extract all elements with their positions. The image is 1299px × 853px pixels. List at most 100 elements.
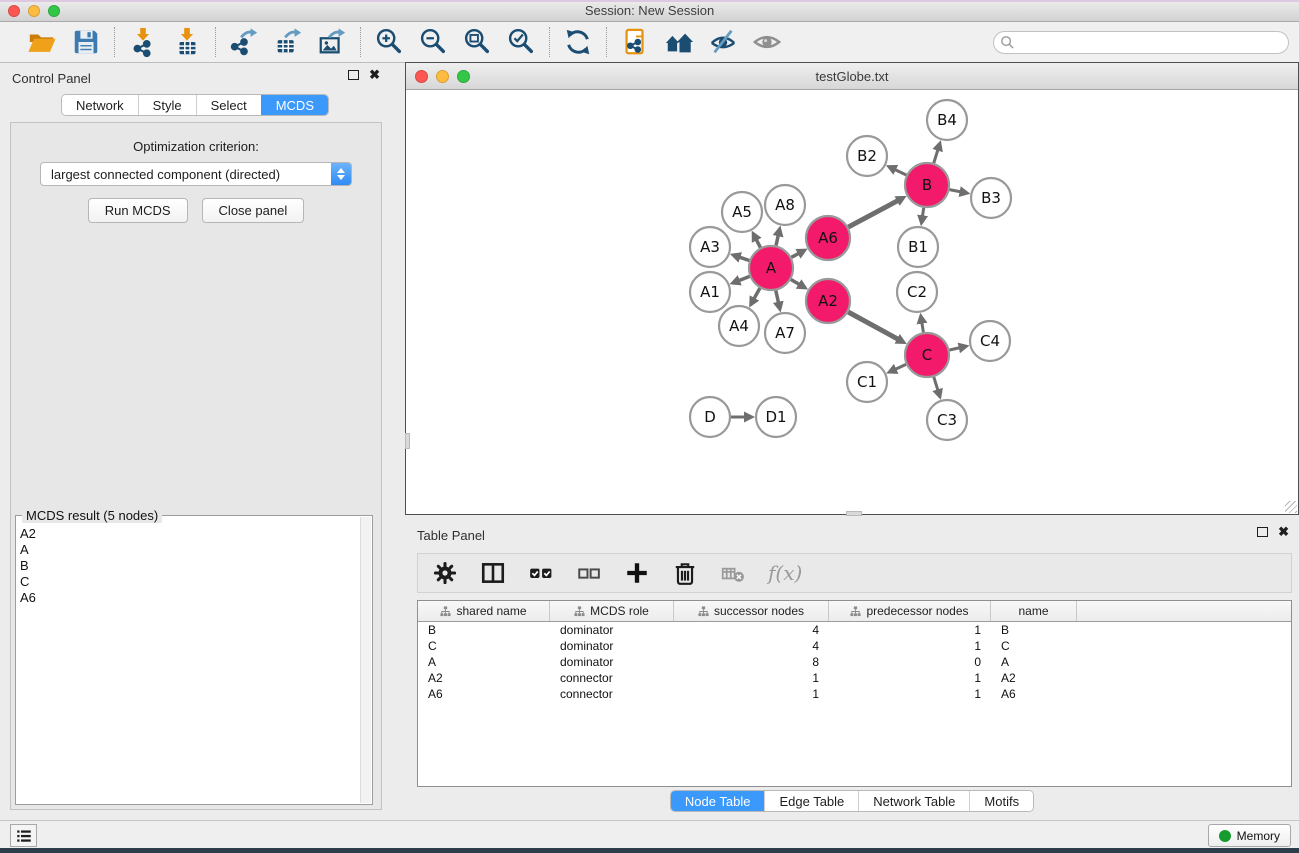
export-network-icon[interactable] — [229, 27, 259, 57]
graph-node-D[interactable]: D — [690, 397, 730, 437]
zoom-fit-icon[interactable] — [462, 27, 492, 57]
edge-B-B2[interactable] — [894, 169, 906, 175]
close-panel-button[interactable]: Close panel — [202, 198, 305, 223]
zoom-selected-icon[interactable] — [506, 27, 536, 57]
table-cell[interactable]: B — [418, 623, 550, 637]
graph-node-D1[interactable]: D1 — [756, 397, 796, 437]
column-header-successor-nodes[interactable]: successor nodes — [674, 601, 829, 621]
table-cell[interactable]: B — [991, 623, 1077, 637]
network-left-handle[interactable] — [405, 433, 410, 449]
float-panel-icon[interactable] — [348, 70, 359, 80]
export-image-icon[interactable] — [317, 27, 347, 57]
graph-node-A[interactable]: A — [749, 246, 793, 290]
add-column-icon[interactable] — [624, 560, 650, 586]
table-cell[interactable]: connector — [550, 671, 674, 685]
result-list-item[interactable]: B — [20, 558, 360, 574]
show-panel-icon[interactable] — [752, 27, 782, 57]
result-list-item[interactable]: C — [20, 574, 360, 590]
refresh-icon[interactable] — [563, 27, 593, 57]
network-canvas[interactable]: B4 B2 B B3 A5 A8 A6 A3 B1 A C2 A1 A2 A4 … — [406, 90, 1298, 514]
table-cell[interactable]: C — [418, 639, 550, 653]
select-all-icon[interactable] — [528, 560, 554, 586]
graph-node-A4[interactable]: A4 — [719, 306, 759, 346]
table-cell[interactable]: 1 — [829, 623, 991, 637]
search-input[interactable] — [993, 31, 1289, 54]
memory-button[interactable]: Memory — [1208, 824, 1291, 847]
close-panel-icon[interactable]: ✖ — [369, 70, 380, 80]
table-cell[interactable]: 1 — [829, 671, 991, 685]
edge-A-A7[interactable] — [776, 291, 779, 304]
zoom-out-icon[interactable] — [418, 27, 448, 57]
table-cell[interactable]: A2 — [991, 671, 1077, 685]
result-list-item[interactable]: A2 — [20, 526, 360, 542]
graph-node-A5[interactable]: A5 — [722, 192, 762, 232]
tab-node-table[interactable]: Node Table — [671, 791, 765, 811]
unselect-all-icon[interactable] — [576, 560, 602, 586]
edge-A2-C[interactable] — [848, 312, 899, 340]
graph-node-B[interactable]: B — [905, 163, 949, 207]
task-history-button[interactable] — [10, 824, 37, 847]
network-share-icon[interactable] — [620, 27, 650, 57]
table-cell[interactable]: dominator — [550, 639, 674, 653]
edge-A-A2[interactable] — [791, 280, 800, 286]
function-builder-icon[interactable]: f(x) — [768, 561, 802, 585]
table-float-panel-icon[interactable] — [1257, 527, 1268, 537]
graph-node-A7[interactable]: A7 — [765, 313, 805, 353]
table-cell[interactable]: 8 — [674, 655, 829, 669]
settings-gear-icon[interactable] — [432, 560, 458, 586]
edge-C-C1[interactable] — [894, 364, 906, 369]
delete-column-icon[interactable] — [672, 560, 698, 586]
import-network-icon[interactable] — [128, 27, 158, 57]
import-table-icon[interactable] — [172, 27, 202, 57]
graph-node-C2[interactable]: C2 — [897, 272, 937, 312]
graph-node-C[interactable]: C — [905, 333, 949, 377]
table-cell[interactable]: A — [991, 655, 1077, 669]
table-cell[interactable]: 1 — [674, 671, 829, 685]
result-list-item[interactable]: A — [20, 542, 360, 558]
graph-node-A6[interactable]: A6 — [806, 216, 850, 260]
open-file-icon[interactable] — [27, 27, 57, 57]
tab-mcds[interactable]: MCDS — [261, 95, 328, 115]
edge-A-A8[interactable] — [776, 234, 779, 245]
network-resize-grip[interactable] — [1285, 501, 1297, 513]
graph-node-B1[interactable]: B1 — [898, 227, 938, 267]
table-row[interactable]: A2connector11A2 — [418, 670, 1291, 686]
table-cell[interactable]: dominator — [550, 655, 674, 669]
column-header-shared-name[interactable]: shared name — [418, 601, 550, 621]
table-cell[interactable]: 4 — [674, 623, 829, 637]
criterion-select[interactable]: largest connected component (directed) — [40, 162, 352, 186]
result-scrollbar[interactable] — [360, 517, 371, 803]
table-row[interactable]: Adominator80A — [418, 654, 1291, 670]
table-cell[interactable]: C — [991, 639, 1077, 653]
hide-panel-icon[interactable] — [708, 27, 738, 57]
table-cell[interactable]: 1 — [829, 639, 991, 653]
tab-style[interactable]: Style — [138, 95, 196, 115]
tab-network[interactable]: Network — [62, 95, 138, 115]
split-view-icon[interactable] — [480, 560, 506, 586]
edge-A6-B[interactable] — [848, 200, 899, 227]
column-header-predecessor-nodes[interactable]: predecessor nodes — [829, 601, 991, 621]
delete-table-icon[interactable] — [720, 560, 746, 586]
result-list-item[interactable]: A6 — [20, 590, 360, 606]
edge-A-A1[interactable] — [738, 276, 750, 281]
run-mcds-button[interactable]: Run MCDS — [88, 198, 188, 223]
edge-B-B4[interactable] — [934, 149, 938, 163]
graph-node-C1[interactable]: C1 — [847, 362, 887, 402]
tab-edge-table[interactable]: Edge Table — [764, 791, 858, 811]
edge-A-A6[interactable] — [791, 253, 799, 257]
edge-A-A5[interactable] — [756, 239, 761, 248]
graph-node-A1[interactable]: A1 — [690, 272, 730, 312]
network-window-titlebar[interactable]: testGlobe.txt — [406, 63, 1298, 90]
table-cell[interactable]: A6 — [991, 687, 1077, 701]
table-cell[interactable]: dominator — [550, 623, 674, 637]
graph-node-B2[interactable]: B2 — [847, 136, 887, 176]
table-cell[interactable]: connector — [550, 687, 674, 701]
network-bottom-handle[interactable] — [846, 511, 862, 516]
graph-node-A3[interactable]: A3 — [690, 227, 730, 267]
export-table-icon[interactable] — [273, 27, 303, 57]
table-cell[interactable]: 0 — [829, 655, 991, 669]
graph-node-B4[interactable]: B4 — [927, 100, 967, 140]
edge-B-B3[interactable] — [950, 190, 962, 192]
edge-C-C3[interactable] — [934, 377, 938, 391]
edge-C-C4[interactable] — [950, 348, 961, 351]
